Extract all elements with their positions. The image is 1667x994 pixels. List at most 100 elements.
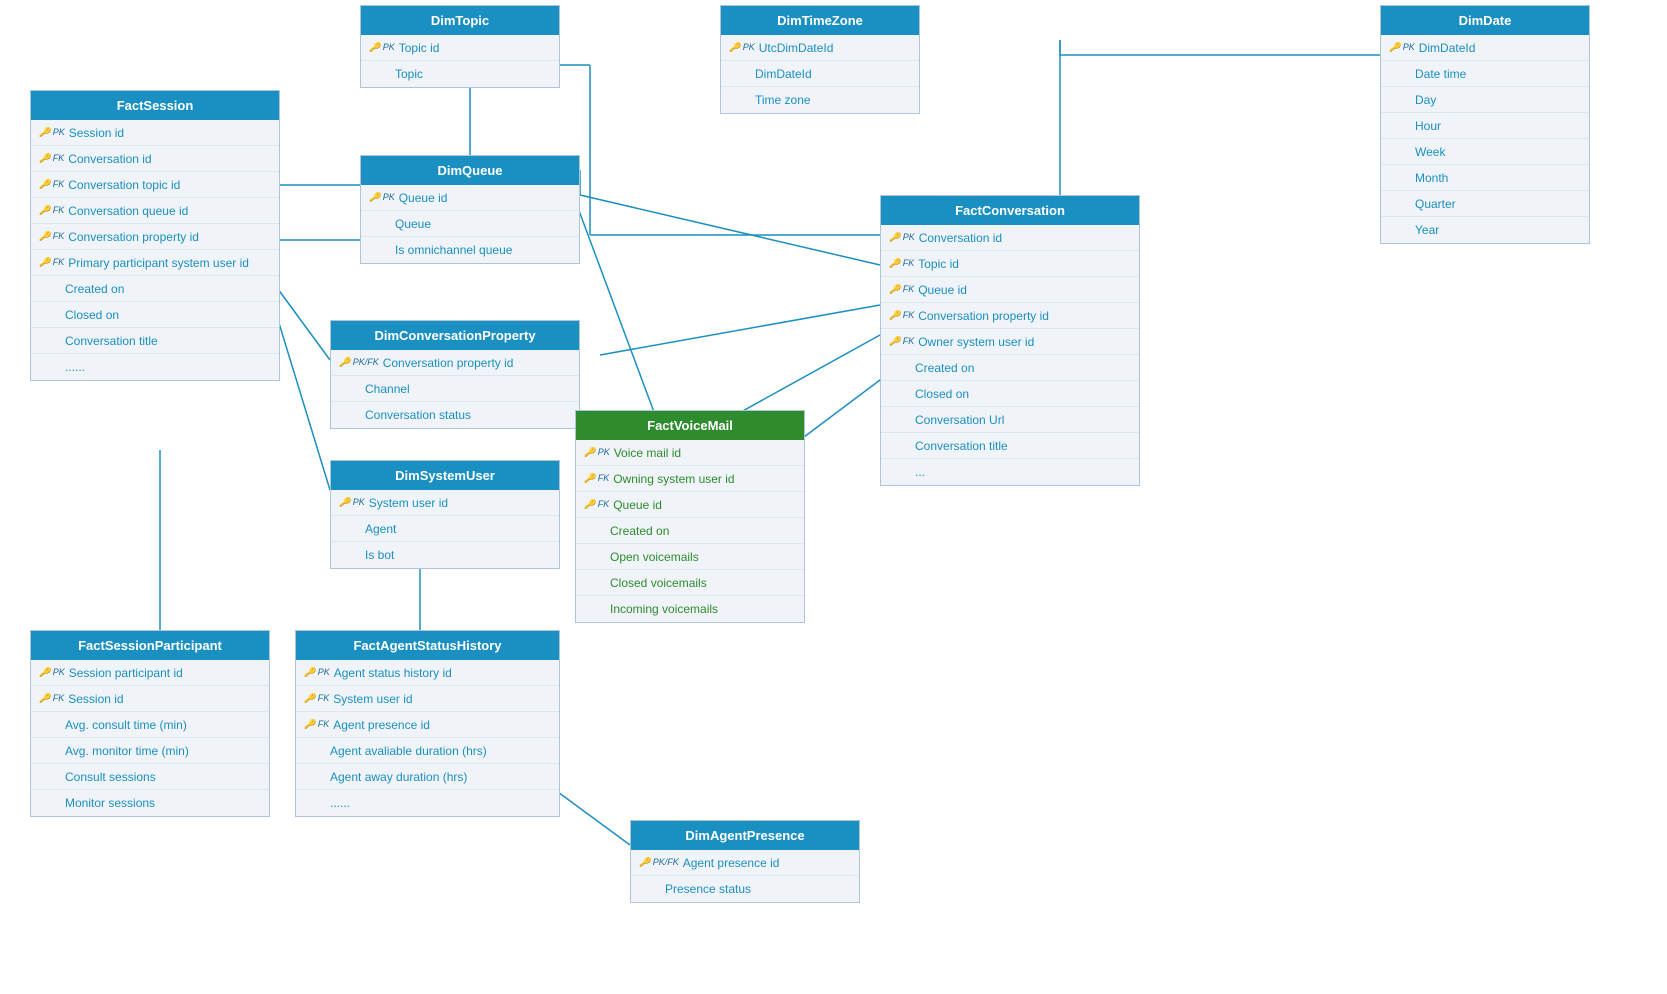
field-row: 🔑 FK Owner system user id xyxy=(881,329,1139,355)
dimconversationproperty-body: 🔑 PK/FK Conversation property id Channel… xyxy=(331,350,579,428)
field-name: DimDateId xyxy=(755,67,812,81)
field-key: 🔑 FK xyxy=(889,336,914,347)
dimqueue-header: DimQueue xyxy=(361,156,579,185)
field-row: 🔑 FK Topic id xyxy=(881,251,1139,277)
entity-dimtimezone: DimTimeZone 🔑 PK UtcDimDateId DimDateId … xyxy=(720,5,920,114)
field-key: 🔑 FK xyxy=(304,693,329,704)
field-row: 🔑 FK Conversation property id xyxy=(881,303,1139,329)
field-name: Session participant id xyxy=(69,666,183,680)
field-name: Is bot xyxy=(365,548,394,562)
field-name: Week xyxy=(1415,145,1445,159)
field-row: Avg. consult time (min) xyxy=(31,712,269,738)
field-name: Conversation Url xyxy=(915,413,1004,427)
field-key: 🔑 FK xyxy=(889,284,914,295)
field-row: Monitor sessions xyxy=(31,790,269,816)
field-row: Channel xyxy=(331,376,579,402)
field-key: 🔑 PK xyxy=(729,42,755,53)
field-key: 🔑 FK xyxy=(39,179,64,190)
field-name: Hour xyxy=(1415,119,1441,133)
entity-factagentstatushistory: FactAgentStatusHistory 🔑 PK Agent status… xyxy=(295,630,560,817)
field-name: Closed voicemails xyxy=(610,576,707,590)
field-name: ...... xyxy=(330,796,350,810)
field-row: 🔑 FK Agent presence id xyxy=(296,712,559,738)
field-key: 🔑 PK/FK xyxy=(639,857,679,868)
field-row: Open voicemails xyxy=(576,544,804,570)
field-row: 🔑 FK System user id xyxy=(296,686,559,712)
dimdate-body: 🔑 PK DimDateId Date time Day Hour Week xyxy=(1381,35,1589,243)
factconversation-header: FactConversation xyxy=(881,196,1139,225)
field-name: Voice mail id xyxy=(614,446,681,460)
field-row: 🔑 FK Conversation topic id xyxy=(31,172,279,198)
field-key: 🔑 PK xyxy=(39,127,65,138)
field-row: Consult sessions xyxy=(31,764,269,790)
field-name: ... xyxy=(915,465,925,479)
field-row: Conversation title xyxy=(31,328,279,354)
field-row: 🔑 FK Conversation property id xyxy=(31,224,279,250)
field-name: Topic id xyxy=(918,257,959,271)
field-row: Is omnichannel queue xyxy=(361,237,579,263)
field-row: 🔑 PK/FK Agent presence id xyxy=(631,850,859,876)
field-name: Topic id xyxy=(399,41,440,55)
field-row: Closed on xyxy=(881,381,1139,407)
field-row: 🔑 PK Session participant id xyxy=(31,660,269,686)
field-row: Queue xyxy=(361,211,579,237)
field-name: Conversation title xyxy=(65,334,158,348)
field-name: System user id xyxy=(333,692,412,706)
field-name: Created on xyxy=(915,361,974,375)
field-name: Agent presence id xyxy=(333,718,430,732)
field-name: Avg. monitor time (min) xyxy=(65,744,189,758)
entity-factsession: FactSession 🔑 PK Session id 🔑 FK Convers… xyxy=(30,90,280,381)
entity-dimdate: DimDate 🔑 PK DimDateId Date time Day Hou… xyxy=(1380,5,1590,244)
field-row: 🔑 PK UtcDimDateId xyxy=(721,35,919,61)
field-row: 🔑 PK Voice mail id xyxy=(576,440,804,466)
field-row: Hour xyxy=(1381,113,1589,139)
field-row: Year xyxy=(1381,217,1589,243)
field-key: 🔑 PK/FK xyxy=(339,357,379,368)
field-name: Agent away duration (hrs) xyxy=(330,770,467,784)
dimdate-header: DimDate xyxy=(1381,6,1589,35)
field-name: Channel xyxy=(365,382,410,396)
field-row: 🔑 FK Primary participant system user id xyxy=(31,250,279,276)
field-name: Agent avaliable duration (hrs) xyxy=(330,744,487,758)
field-name: Conversation id xyxy=(68,152,151,166)
field-name: Created on xyxy=(65,282,124,296)
field-row: Day xyxy=(1381,87,1589,113)
factsessionparticipant-header: FactSessionParticipant xyxy=(31,631,269,660)
field-key: 🔑 PK xyxy=(369,192,395,203)
entity-factconversation: FactConversation 🔑 PK Conversation id 🔑 … xyxy=(880,195,1140,486)
field-row: Conversation status xyxy=(331,402,579,428)
field-key: 🔑 PK xyxy=(584,447,610,458)
field-row: 🔑 FK Conversation queue id xyxy=(31,198,279,224)
field-name: Conversation property id xyxy=(68,230,199,244)
field-name: Conversation id xyxy=(919,231,1002,245)
entity-dimsystemuser: DimSystemUser 🔑 PK System user id Agent … xyxy=(330,460,560,569)
field-name: Created on xyxy=(610,524,669,538)
field-key: 🔑 FK xyxy=(584,473,609,484)
field-name: Day xyxy=(1415,93,1436,107)
field-row: 🔑 FK Queue id xyxy=(881,277,1139,303)
entity-dimtopic: DimTopic 🔑 PK Topic id Topic xyxy=(360,5,560,88)
field-key: 🔑 PK xyxy=(304,667,330,678)
field-name: Session id xyxy=(69,126,124,140)
field-row: Time zone xyxy=(721,87,919,113)
field-row: Agent away duration (hrs) xyxy=(296,764,559,790)
field-name: Conversation property id xyxy=(383,356,514,370)
field-name: Session id xyxy=(68,692,123,706)
field-name: Agent status history id xyxy=(334,666,452,680)
field-name: Consult sessions xyxy=(65,770,156,784)
field-key: 🔑 FK xyxy=(39,153,64,164)
field-name: Queue id xyxy=(613,498,662,512)
field-row: Agent avaliable duration (hrs) xyxy=(296,738,559,764)
factvoicemail-body: 🔑 PK Voice mail id 🔑 FK Owning system us… xyxy=(576,440,804,622)
dimagentpresence-header: DimAgentPresence xyxy=(631,821,859,850)
field-row: Conversation title xyxy=(881,433,1139,459)
dimtopic-body: 🔑 PK Topic id Topic xyxy=(361,35,559,87)
dimsystemuser-header: DimSystemUser xyxy=(331,461,559,490)
field-name: Open voicemails xyxy=(610,550,699,564)
factsession-header: FactSession xyxy=(31,91,279,120)
field-key: 🔑 FK xyxy=(304,719,329,730)
field-row: 🔑 PK DimDateId xyxy=(1381,35,1589,61)
factagentstatushistory-header: FactAgentStatusHistory xyxy=(296,631,559,660)
field-row: 🔑 PK Session id xyxy=(31,120,279,146)
field-key: 🔑 PK xyxy=(889,232,915,243)
